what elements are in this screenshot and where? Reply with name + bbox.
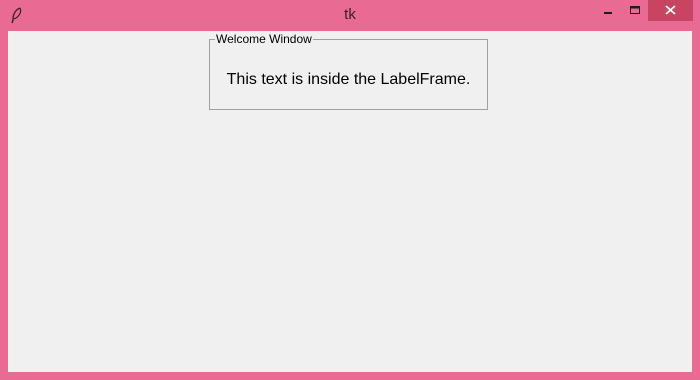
close-icon <box>665 5 676 15</box>
title-bar[interactable]: tk <box>0 0 700 31</box>
maximize-button[interactable] <box>621 0 649 21</box>
maximize-icon <box>630 6 640 14</box>
window-client-area: Welcome Window This text is inside the L… <box>8 31 692 372</box>
minimize-icon <box>604 12 612 14</box>
label-frame: Welcome Window This text is inside the L… <box>209 32 488 110</box>
label-frame-text: This text is inside the LabelFrame. <box>226 71 471 88</box>
label-frame-title: Welcome Window <box>215 32 313 46</box>
minimize-button[interactable] <box>594 0 622 21</box>
close-button[interactable] <box>648 0 693 21</box>
app-window: tk Welcome Window This text is inside th… <box>0 0 700 380</box>
